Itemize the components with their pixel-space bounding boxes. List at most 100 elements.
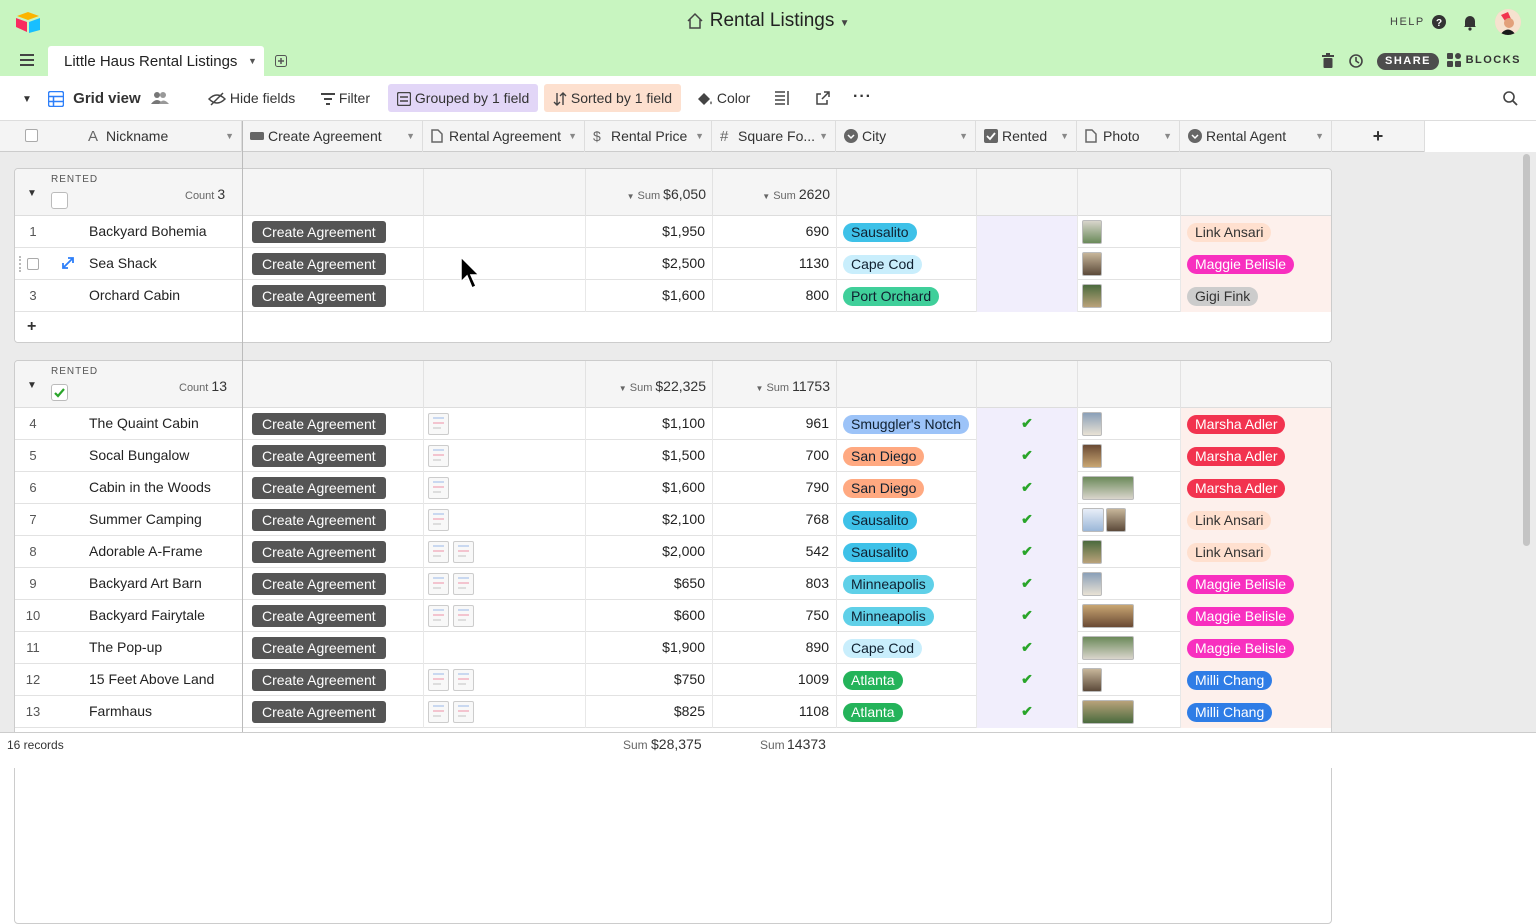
menu-icon[interactable]: [20, 54, 34, 66]
help-label[interactable]: HELP: [1390, 16, 1425, 28]
cell-rental-agent[interactable]: Maggie Belisle: [1181, 600, 1331, 632]
cell-photo[interactable]: [1078, 568, 1181, 600]
photo-thumbnail[interactable]: [1082, 444, 1102, 468]
document-thumbnail-icon[interactable]: [428, 669, 449, 691]
cell-rental-agreement[interactable]: [424, 632, 586, 664]
drag-handle-icon[interactable]: [19, 256, 23, 272]
create-agreement-button[interactable]: Create Agreement: [252, 477, 386, 499]
document-thumbnail-icon[interactable]: [428, 605, 449, 627]
chevron-down-icon[interactable]: ▼: [1060, 121, 1069, 152]
cell-city[interactable]: Smuggler's Notch: [837, 408, 977, 440]
search-icon[interactable]: [1503, 91, 1518, 106]
cell-rental-agreement[interactable]: [424, 600, 586, 632]
cell-city[interactable]: Cape Cod: [837, 248, 977, 280]
photo-thumbnail[interactable]: [1082, 572, 1102, 596]
cell-photo[interactable]: [1078, 280, 1181, 312]
photo-thumbnail[interactable]: [1082, 508, 1104, 532]
cell-photo[interactable]: [1078, 216, 1181, 248]
cell-rental-price[interactable]: $1,600: [586, 472, 713, 504]
photo-thumbnail[interactable]: [1082, 476, 1134, 500]
create-agreement-button[interactable]: Create Agreement: [252, 541, 386, 563]
trash-icon[interactable]: [1322, 53, 1334, 68]
more-options-icon[interactable]: ···: [853, 87, 872, 115]
column-header-nickname[interactable]: A Nickname ▼: [80, 121, 242, 152]
cell-nickname[interactable]: Backyard Bohemia: [81, 216, 252, 248]
cell-rental-price[interactable]: $2,500: [586, 248, 713, 280]
sort-button[interactable]: Sorted by 1 field: [544, 84, 682, 112]
cell-rental-agreement[interactable]: [424, 280, 586, 312]
cell-photo[interactable]: [1078, 248, 1181, 280]
cell-nickname[interactable]: Backyard Art Barn: [81, 568, 252, 600]
cell-square-footage[interactable]: 1009: [713, 664, 837, 696]
cell-rental-agent[interactable]: Maggie Belisle: [1181, 632, 1331, 664]
cell-photo[interactable]: [1078, 632, 1181, 664]
cell-photo[interactable]: [1078, 600, 1181, 632]
column-header-rental-agreement[interactable]: Rental Agreement ▼: [423, 121, 585, 152]
table-row[interactable]: 12 15 Feet Above Land Create Agreement $750…: [15, 664, 1331, 696]
cell-square-footage[interactable]: 790: [713, 472, 837, 504]
cell-photo[interactable]: [1078, 472, 1181, 504]
photo-thumbnail[interactable]: [1082, 700, 1134, 724]
cell-rental-agreement[interactable]: [424, 664, 586, 696]
cell-photo[interactable]: [1078, 664, 1181, 696]
cell-city[interactable]: Sausalito: [837, 504, 977, 536]
cell-rental-agent[interactable]: Link Ansari: [1181, 504, 1331, 536]
cell-rented[interactable]: [977, 280, 1078, 312]
cell-city[interactable]: Cape Cod: [837, 632, 977, 664]
cell-square-footage[interactable]: 750: [713, 600, 837, 632]
chevron-down-icon[interactable]: ▼: [248, 56, 257, 66]
cell-nickname[interactable]: Farmhaus: [81, 696, 252, 728]
cell-rental-agreement[interactable]: [424, 248, 586, 280]
cell-rental-agent[interactable]: Marsha Adler: [1181, 408, 1331, 440]
cell-rental-agent[interactable]: Maggie Belisle: [1181, 248, 1331, 280]
column-header-square-footage[interactable]: # Square Fo... ▼: [712, 121, 836, 152]
group-button[interactable]: Grouped by 1 field: [388, 84, 539, 112]
cell-rental-price[interactable]: $1,600: [586, 280, 713, 312]
photo-thumbnail[interactable]: [1106, 508, 1126, 532]
cell-rented[interactable]: ✔: [977, 408, 1078, 440]
cell-rental-agreement[interactable]: [424, 696, 586, 728]
create-agreement-button[interactable]: Create Agreement: [252, 701, 386, 723]
cell-rental-price[interactable]: $2,000: [586, 536, 713, 568]
cell-square-footage[interactable]: 803: [713, 568, 837, 600]
cell-rental-agent[interactable]: Link Ansari: [1181, 216, 1331, 248]
document-thumbnail-icon[interactable]: [428, 573, 449, 595]
collapse-sidebar-icon[interactable]: ▼: [22, 90, 32, 118]
cell-square-footage[interactable]: 1130: [713, 248, 837, 280]
cell-photo[interactable]: [1078, 696, 1181, 728]
cell-rental-agreement[interactable]: [424, 504, 586, 536]
avatar[interactable]: [1495, 9, 1521, 35]
chevron-down-icon[interactable]: ▼: [819, 121, 828, 152]
table-row[interactable]: Sea Shack Create Agreement $2,500 1130 Cape …: [15, 248, 1331, 280]
cell-rented[interactable]: ✔: [977, 568, 1078, 600]
cell-square-footage[interactable]: 1108: [713, 696, 837, 728]
add-record-row[interactable]: +: [15, 312, 1331, 342]
cell-rented[interactable]: ✔: [977, 632, 1078, 664]
document-thumbnail-icon[interactable]: [453, 541, 474, 563]
photo-thumbnail[interactable]: [1082, 540, 1102, 564]
cell-square-footage[interactable]: 690: [713, 216, 837, 248]
cell-rental-agreement[interactable]: [424, 440, 586, 472]
cell-rental-agent[interactable]: Maggie Belisle: [1181, 568, 1331, 600]
table-row[interactable]: 1 Backyard Bohemia Create Agreement $1,950 6…: [15, 216, 1331, 248]
cell-rental-agreement[interactable]: [424, 216, 586, 248]
create-agreement-button[interactable]: Create Agreement: [252, 669, 386, 691]
document-thumbnail-icon[interactable]: [428, 477, 449, 499]
create-agreement-button[interactable]: Create Agreement: [252, 413, 386, 435]
cell-rented[interactable]: ✔: [977, 472, 1078, 504]
collapse-group-icon[interactable]: ▼: [27, 188, 37, 199]
cell-rented[interactable]: ✔: [977, 600, 1078, 632]
document-thumbnail-icon[interactable]: [428, 541, 449, 563]
cell-rental-price[interactable]: $750: [586, 664, 713, 696]
tab-table[interactable]: Little Haus Rental Listings: [48, 46, 264, 76]
table-row[interactable]: 8 Adorable A-Frame Create Agreement $2,000 5…: [15, 536, 1331, 568]
cell-city[interactable]: Atlanta: [837, 664, 977, 696]
vertical-scrollbar[interactable]: [1523, 154, 1530, 546]
cell-rented[interactable]: ✔: [977, 440, 1078, 472]
create-agreement-button[interactable]: Create Agreement: [252, 445, 386, 467]
table-row[interactable]: 3 Orchard Cabin Create Agreement $1,600 800 P…: [15, 280, 1331, 312]
cell-nickname[interactable]: Backyard Fairytale: [81, 600, 252, 632]
cell-rental-agent[interactable]: Milli Chang: [1181, 696, 1331, 728]
cell-city[interactable]: Port Orchard: [837, 280, 977, 312]
cell-rental-agreement[interactable]: [424, 472, 586, 504]
